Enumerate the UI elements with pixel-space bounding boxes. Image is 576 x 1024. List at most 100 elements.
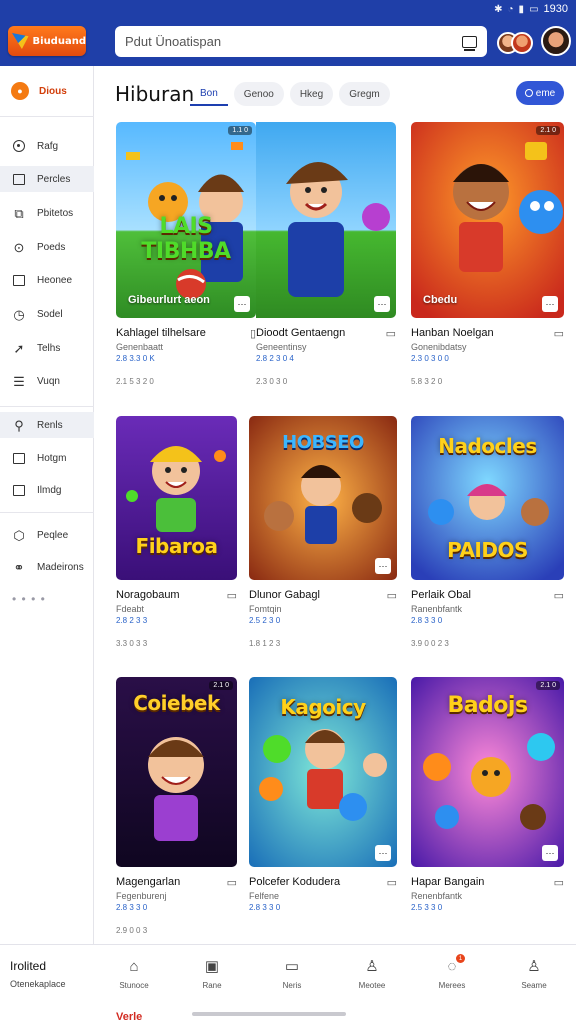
game-title: Perlaik Obal (411, 589, 471, 601)
nav-item-seame[interactable]: ♙ Seame (504, 957, 564, 990)
game-subtitle: Fegenburenj (116, 891, 167, 901)
sidebar-item-poeds[interactable]: ⊙ Poeds (0, 234, 94, 260)
game-card[interactable]: Fibaroa Noragobaum ▭ Fdeabt 2.8 2 3 3 3.… (116, 416, 237, 648)
info-icon (11, 482, 27, 498)
sidebar-item-ilmdg[interactable]: Ilmdg (0, 477, 94, 503)
game-stat: 2.8 2 3 0 4 (256, 354, 294, 363)
cube-icon: ⬡ (13, 527, 25, 543)
tab-bar: Bon Genoo Hkeg Gregm (190, 82, 390, 108)
game-title-row: Dlunor Gabagl ▭ (249, 589, 397, 602)
sidebar-item-pbitetos[interactable]: ⧉ Pbitetos (0, 200, 94, 226)
more-icon[interactable]: ⋯ (234, 296, 250, 312)
sidebar-item-heonee[interactable]: Heonee (0, 267, 94, 293)
tab-bon[interactable]: Bon (190, 82, 228, 106)
game-caption: Cbedu (423, 294, 458, 306)
game-thumbnail[interactable]: Coiebek 2.1 0 (116, 677, 237, 867)
bookmark-icon[interactable]: ▭ (554, 876, 564, 889)
bookmark-icon[interactable]: ▭ (386, 327, 396, 340)
sidebar-item-label: Madeirons (37, 561, 84, 573)
game-subtitle: Renenbfantk (411, 891, 463, 901)
app-logo[interactable]: Biuduand (8, 26, 86, 56)
friend-avatar (511, 32, 533, 54)
game-thumbnail[interactable]: Kagoicy ⋯ (249, 677, 397, 867)
game-subtitle: Fomtqin (249, 604, 282, 614)
square-icon (11, 171, 27, 187)
bookmark-icon[interactable]: ▭ (227, 589, 237, 602)
sidebar-item-dious[interactable]: ● Dious (0, 78, 94, 104)
sidebar-item-hotgm[interactable]: Hotgm (0, 445, 94, 471)
game-thumbnail[interactable]: Nadocles PAIDOS (411, 416, 564, 580)
game-stat: 2.5 3 3 0 (411, 903, 443, 912)
bookmark-icon[interactable]: ▭ (554, 327, 564, 340)
game-caption: Gibeurlurt aeon (128, 294, 210, 306)
signal-icon: ▮ (518, 3, 525, 15)
game-card[interactable]: Badojs 2.1 0 ⋯ Hapar Bangain ▭ Renenbfan… (411, 677, 564, 912)
game-title: Dlunor Gabagl (249, 589, 320, 601)
game-thumbnail[interactable]: LAIS TIBHBA 1.1 0 Gibeurlurt aeon ⋯ (116, 122, 256, 318)
home-indicator[interactable] (192, 1012, 346, 1016)
game-meta: 3.9 0 0 2 3 (411, 639, 449, 648)
action-button[interactable]: eme (516, 81, 564, 105)
game-thumbnail[interactable]: ⋯ (256, 122, 396, 318)
game-card[interactable]: LAIS TIBHBA 1.1 0 Gibeurlurt aeon ⋯ Kahl… (116, 122, 256, 386)
game-badge: 2.1 0 (536, 126, 560, 135)
bookmark-icon[interactable]: ▭ (387, 589, 397, 602)
more-icon[interactable]: ⋯ (375, 558, 391, 574)
game-card[interactable]: HOBSEO ⋯ Dlunor Gabagl ▭ Fomtqin 2.5 2 3… (249, 416, 397, 648)
bottom-brand-sub: Otenekaplace (10, 979, 66, 989)
friends-avatars[interactable] (497, 28, 535, 56)
sidebar-item-label: Rafg (37, 140, 59, 152)
logo-mark-icon (12, 33, 29, 49)
action-button-label: eme (535, 87, 556, 99)
filter-icon (524, 89, 533, 97)
sidebar-divider (0, 116, 94, 117)
bookmark-icon[interactable]: ▭ (227, 876, 237, 889)
profile-avatar[interactable] (541, 26, 571, 56)
nav-item-stunoce[interactable]: ⌂ Stunoce (104, 957, 164, 991)
sidebar-item-peqlee[interactable]: ⬡ Peqlee (0, 522, 94, 548)
game-card[interactable]: Kagoicy ⋯ Polcefer Kodudera ▭ Felfene 2.… (249, 677, 397, 926)
status-bar: ✱ ◔ ▮ ▭ 1930 (0, 0, 576, 18)
game-thumbnail[interactable]: Badojs 2.1 0 ⋯ (411, 677, 564, 867)
bookmark-icon[interactable]: ▭ (554, 589, 564, 602)
more-icon[interactable]: ⋯ (374, 296, 390, 312)
tab-genoo[interactable]: Genoo (233, 82, 284, 106)
sidebar-item-madeirons[interactable]: ⚭ Madeirons (0, 554, 94, 580)
sidebar-item-rafg[interactable]: Rafg (0, 133, 94, 159)
sidebar-more[interactable]: • • • • (12, 592, 46, 606)
game-thumbnail[interactable]: 2.1 0 Cbedu ⋯ (411, 122, 564, 318)
game-badge: 2.1 0 (209, 681, 233, 690)
nav-item-rane[interactable]: ▣ Rane (182, 957, 242, 990)
logo-text: Biuduand (32, 35, 86, 47)
link-icon: ⚭ (13, 559, 25, 575)
nav-item-meotee[interactable]: ♙ Meotee (342, 957, 402, 990)
game-card[interactable]: 2.1 0 Cbedu ⋯ Hanban Noelgan ▭ Gonenibda… (411, 122, 564, 386)
search-bar[interactable] (115, 26, 487, 57)
game-hero-text: Nadocles (438, 434, 537, 458)
sidebar-item-percles[interactable]: Percles (0, 166, 94, 192)
nav-item-neris[interactable]: ▭ Neris (262, 957, 322, 990)
game-card[interactable]: Coiebek 2.1 0 Magengarlan ▭ Fegenburenj … (116, 677, 237, 935)
image-icon: ▣ (204, 958, 220, 975)
bookmark-icon[interactable]: ▭ (387, 876, 397, 889)
tab-gregm[interactable]: Gregm (339, 82, 390, 106)
more-icon[interactable]: ⋯ (542, 845, 558, 861)
game-card[interactable]: ⋯ Dioodt Gentaengn ▭ Geneentinsy 2.8 2 3… (256, 122, 396, 386)
search-input[interactable] (125, 34, 445, 49)
game-thumbnail[interactable]: HOBSEO ⋯ (249, 416, 397, 580)
keyboard-icon[interactable] (462, 35, 477, 51)
sidebar-item-vuqn[interactable]: ☰ Vuqn (0, 368, 94, 394)
sidebar-item-renls[interactable]: ⚲ Renls (0, 412, 94, 438)
sidebar-item-telhs[interactable]: ➚ Telhs (0, 335, 94, 361)
game-card[interactable]: Nadocles PAIDOS Perlaik Obal ▭ Ranenbfan… (411, 416, 564, 648)
game-title: Dioodt Gentaengn (256, 327, 346, 339)
notification-badge: 1 (456, 954, 465, 963)
more-icon[interactable]: ⋯ (542, 296, 558, 312)
nav-item-merees[interactable]: ◌ 1 Merees (422, 954, 482, 990)
game-subtitle: Fdeabt (116, 604, 145, 614)
more-icon[interactable]: ⋯ (375, 845, 391, 861)
sidebar-item-sodel[interactable]: ◷ Sodel (0, 301, 94, 327)
game-thumbnail[interactable]: Fibaroa (116, 416, 237, 580)
tab-hkeg[interactable]: Hkeg (289, 82, 334, 106)
nav-item-label: Seame (521, 981, 547, 990)
